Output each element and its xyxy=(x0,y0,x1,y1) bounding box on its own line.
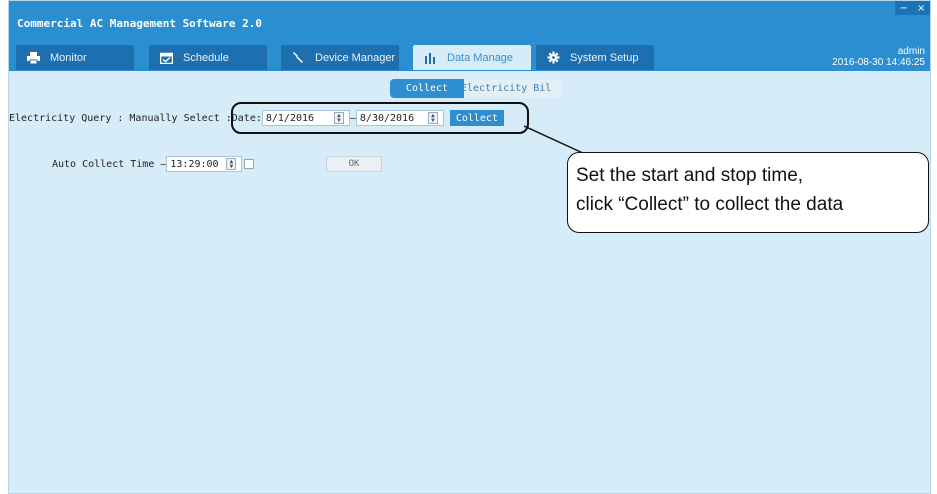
tab-label: Device Manager xyxy=(315,51,396,64)
auto-collect-label: Auto Collect Time – xyxy=(52,158,167,170)
tab-label: System Setup xyxy=(570,51,639,64)
tab-label: Schedule xyxy=(183,51,229,64)
callout-annotation: Set the start and stop time, click “Coll… xyxy=(567,152,929,233)
current-datetime: 2016-08-30 14:46:25 xyxy=(832,57,925,68)
time-spinner[interactable]: ▲ ▼ xyxy=(226,158,237,170)
auto-collect-time-value: 13:29:00 xyxy=(170,158,219,170)
user-info: admin 2016-08-30 14:46:25 xyxy=(832,46,925,68)
main-tab-bar: Monitor Schedule Device Manager Data Man… xyxy=(9,42,930,71)
tab-device-manager[interactable]: Device Manager xyxy=(281,45,399,70)
tab-system-setup[interactable]: System Setup xyxy=(536,45,654,70)
subtab-electricity-bill-label: Electricity Bil xyxy=(464,83,552,94)
close-button[interactable]: × xyxy=(917,3,925,14)
bar-chart-icon xyxy=(413,52,447,64)
auto-collect-time-field[interactable]: 13:29:00 ▲ ▼ xyxy=(166,156,243,172)
gear-icon xyxy=(536,51,570,64)
callout-line-2: click “Collect” to collect the data xyxy=(576,194,844,215)
username: admin xyxy=(897,46,925,57)
subtab-electricity-bill[interactable]: Electricity Bil xyxy=(464,79,562,98)
auto-collect-checkbox[interactable] xyxy=(244,159,255,169)
subtab-collect[interactable]: Collect xyxy=(390,79,464,98)
tab-monitor[interactable]: Monitor xyxy=(16,45,134,70)
highlight-outline xyxy=(231,102,529,134)
tab-data-manage[interactable]: Data Manage xyxy=(413,45,531,70)
wrench-icon xyxy=(281,51,315,64)
ok-button[interactable]: OK xyxy=(326,156,382,172)
sub-tab-bar: Collect Electricity Bil xyxy=(390,79,562,98)
printer-icon xyxy=(16,51,50,64)
query-label: Electricity Query : Manually Select : xyxy=(9,112,232,124)
window-controls: − × xyxy=(895,1,930,15)
minimize-button[interactable]: − xyxy=(900,3,908,14)
title-bar: Commercial AC Management Software 2.0 − … xyxy=(9,1,930,42)
app-window: Commercial AC Management Software 2.0 − … xyxy=(8,0,931,494)
tab-label: Data Manage xyxy=(447,51,514,64)
app-title: Commercial AC Management Software 2.0 xyxy=(17,17,263,30)
calendar-icon xyxy=(149,52,183,64)
auto-collect-row: Auto Collect Time – 13:29:00 ▲ ▼ xyxy=(52,156,255,172)
tab-schedule[interactable]: Schedule xyxy=(149,45,267,70)
callout-line-1: Set the start and stop time, xyxy=(576,165,804,186)
tab-label: Monitor xyxy=(50,51,87,64)
